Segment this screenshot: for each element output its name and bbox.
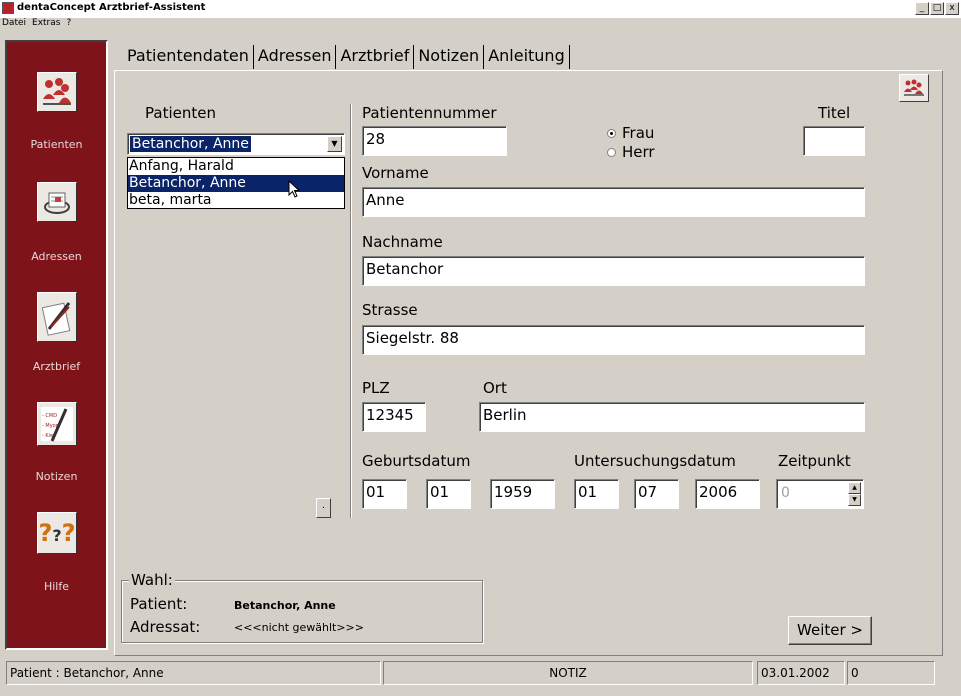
- status-count: 0: [847, 661, 935, 685]
- weiter-button[interactable]: Weiter >: [788, 616, 872, 645]
- sidebar-label: Arztbrief: [32, 360, 81, 373]
- strasse-field[interactable]: Siegelstr. 88: [362, 325, 865, 355]
- tab-anleitung[interactable]: Anleitung: [484, 45, 570, 69]
- plz-label: PLZ: [362, 379, 390, 397]
- sidebar-item-hilfe[interactable]: ??? Hilfe: [7, 508, 106, 598]
- ort-field[interactable]: Berlin: [479, 402, 865, 432]
- titel-label: Titel: [818, 104, 851, 122]
- app-window: dentaConcept Arztbrief-Assistent _ □ x D…: [0, 0, 961, 696]
- patient-select[interactable]: Betanchor, Anne ▼: [127, 133, 345, 155]
- svg-text:- CMD: - CMD: [42, 413, 57, 419]
- wahl-patient-value: Betanchor, Anne: [234, 599, 336, 612]
- list-item[interactable]: beta, marta: [128, 192, 344, 209]
- vorname-label: Vorname: [362, 164, 429, 182]
- plz-field[interactable]: 12345: [362, 402, 426, 432]
- list-item[interactable]: Anfang, Harald: [128, 158, 344, 175]
- minimize-button[interactable]: _: [915, 2, 929, 15]
- maximize-button[interactable]: □: [930, 2, 944, 15]
- radio-herr[interactable]: Herr: [607, 143, 655, 161]
- status-patient: Patient : Betanchor, Anne: [6, 661, 381, 685]
- sidebar-label: Patienten: [30, 138, 83, 151]
- geburtsdatum-tag-field[interactable]: 01: [362, 479, 407, 509]
- untersuchungsdatum-label: Untersuchungsdatum: [574, 452, 736, 470]
- sidebar-item-notizen[interactable]: - CMD - Myop - Kief Notizen: [7, 398, 106, 488]
- zeitpunkt-value: 0: [781, 485, 790, 501]
- sidebar-label: Adressen: [31, 250, 82, 263]
- sidebar-item-adressen[interactable]: Adressen: [7, 178, 106, 268]
- rolodex-icon: [37, 182, 77, 222]
- patient-select-value: Betanchor, Anne: [130, 136, 251, 152]
- letter-pen-icon: [37, 292, 77, 342]
- titel-field[interactable]: [803, 126, 865, 156]
- notes-icon: - CMD - Myop - Kief: [37, 402, 77, 446]
- wahl-adressat-label: Adressat:: [130, 618, 201, 636]
- patienten-label: Patienten: [145, 104, 216, 122]
- close-button[interactable]: x: [945, 2, 959, 15]
- sidebar: Patienten Adressen Arztbrief - CMD - Myop…: [5, 40, 108, 650]
- zeitpunkt-label: Zeitpunkt: [778, 452, 851, 470]
- radio-dot: [607, 129, 616, 138]
- patient-dropdown-list: Anfang, Harald Betanchor, Anne beta, mar…: [127, 157, 345, 209]
- status-bar: Patient : Betanchor, Anne NOTIZ 03.01.20…: [0, 660, 961, 686]
- spin-buttons: ▲ ▼: [848, 482, 861, 506]
- geburtsdatum-label: Geburtsdatum: [362, 452, 471, 470]
- radio-herr-label: Herr: [622, 143, 655, 161]
- tab-notizen[interactable]: Notizen: [414, 45, 485, 69]
- patientennummer-field[interactable]: 28: [362, 126, 507, 156]
- wahl-adressat-value: <<<nicht gewählt>>>: [234, 621, 364, 634]
- zeitpunkt-stepper[interactable]: 0 ▲ ▼: [776, 479, 864, 509]
- spin-down-icon[interactable]: ▼: [848, 494, 861, 506]
- vertical-divider: [350, 104, 352, 518]
- sidebar-label: Hilfe: [43, 580, 70, 593]
- window-controls: _ □ x: [915, 2, 959, 15]
- tab-patientendaten[interactable]: Patientendaten: [127, 45, 254, 69]
- help-icon: ???: [37, 512, 77, 554]
- radio-frau[interactable]: Frau: [607, 124, 654, 142]
- menu-help[interactable]: ?: [66, 18, 71, 32]
- sidebar-item-arztbrief[interactable]: Arztbrief: [7, 288, 106, 378]
- patients-icon[interactable]: [899, 74, 929, 102]
- untersuchungsdatum-monat-field[interactable]: 07: [634, 479, 679, 509]
- tab-adressen[interactable]: Adressen: [254, 45, 337, 69]
- sidebar-label: Notizen: [35, 470, 78, 483]
- status-date: 03.01.2002: [757, 661, 845, 685]
- patients-icon: [37, 72, 77, 112]
- untersuchungsdatum-jahr-field[interactable]: 2006: [695, 479, 760, 509]
- mouse-cursor-icon: [288, 179, 302, 204]
- wahl-title: Wahl:: [129, 571, 175, 589]
- chevron-down-icon[interactable]: ▼: [327, 136, 342, 152]
- radio-dot: [607, 148, 616, 157]
- tab-arztbrief[interactable]: Arztbrief: [336, 45, 415, 69]
- menu-extras[interactable]: Extras: [32, 18, 60, 32]
- patientennummer-label: Patientennummer: [362, 104, 497, 122]
- strasse-label: Strasse: [362, 301, 418, 319]
- ort-label: Ort: [483, 379, 507, 397]
- app-icon: [2, 2, 14, 14]
- geburtsdatum-jahr-field[interactable]: 1959: [490, 479, 555, 509]
- radio-frau-label: Frau: [622, 124, 655, 142]
- status-notiz: NOTIZ: [383, 661, 753, 685]
- tab-bar: Patientendaten Adressen Arztbrief Notize…: [127, 44, 570, 70]
- nachname-field[interactable]: Betanchor: [362, 256, 865, 286]
- sidebar-item-patienten[interactable]: Patienten: [7, 66, 106, 156]
- menu-bar: Datei Extras ?: [0, 18, 961, 32]
- nachname-label: Nachname: [362, 233, 443, 251]
- window-title: dentaConcept Arztbrief-Assistent: [17, 2, 206, 13]
- menu-datei[interactable]: Datei: [2, 18, 26, 32]
- untersuchungsdatum-tag-field[interactable]: 01: [574, 479, 619, 509]
- geburtsdatum-monat-field[interactable]: 01: [426, 479, 471, 509]
- title-bar: dentaConcept Arztbrief-Assistent _ □ x: [0, 0, 961, 18]
- list-item[interactable]: Betanchor, Anne: [128, 175, 344, 192]
- small-button[interactable]: .: [316, 498, 331, 518]
- spin-up-icon[interactable]: ▲: [848, 482, 861, 494]
- wahl-patient-label: Patient:: [130, 595, 188, 613]
- vorname-field[interactable]: Anne: [362, 187, 865, 217]
